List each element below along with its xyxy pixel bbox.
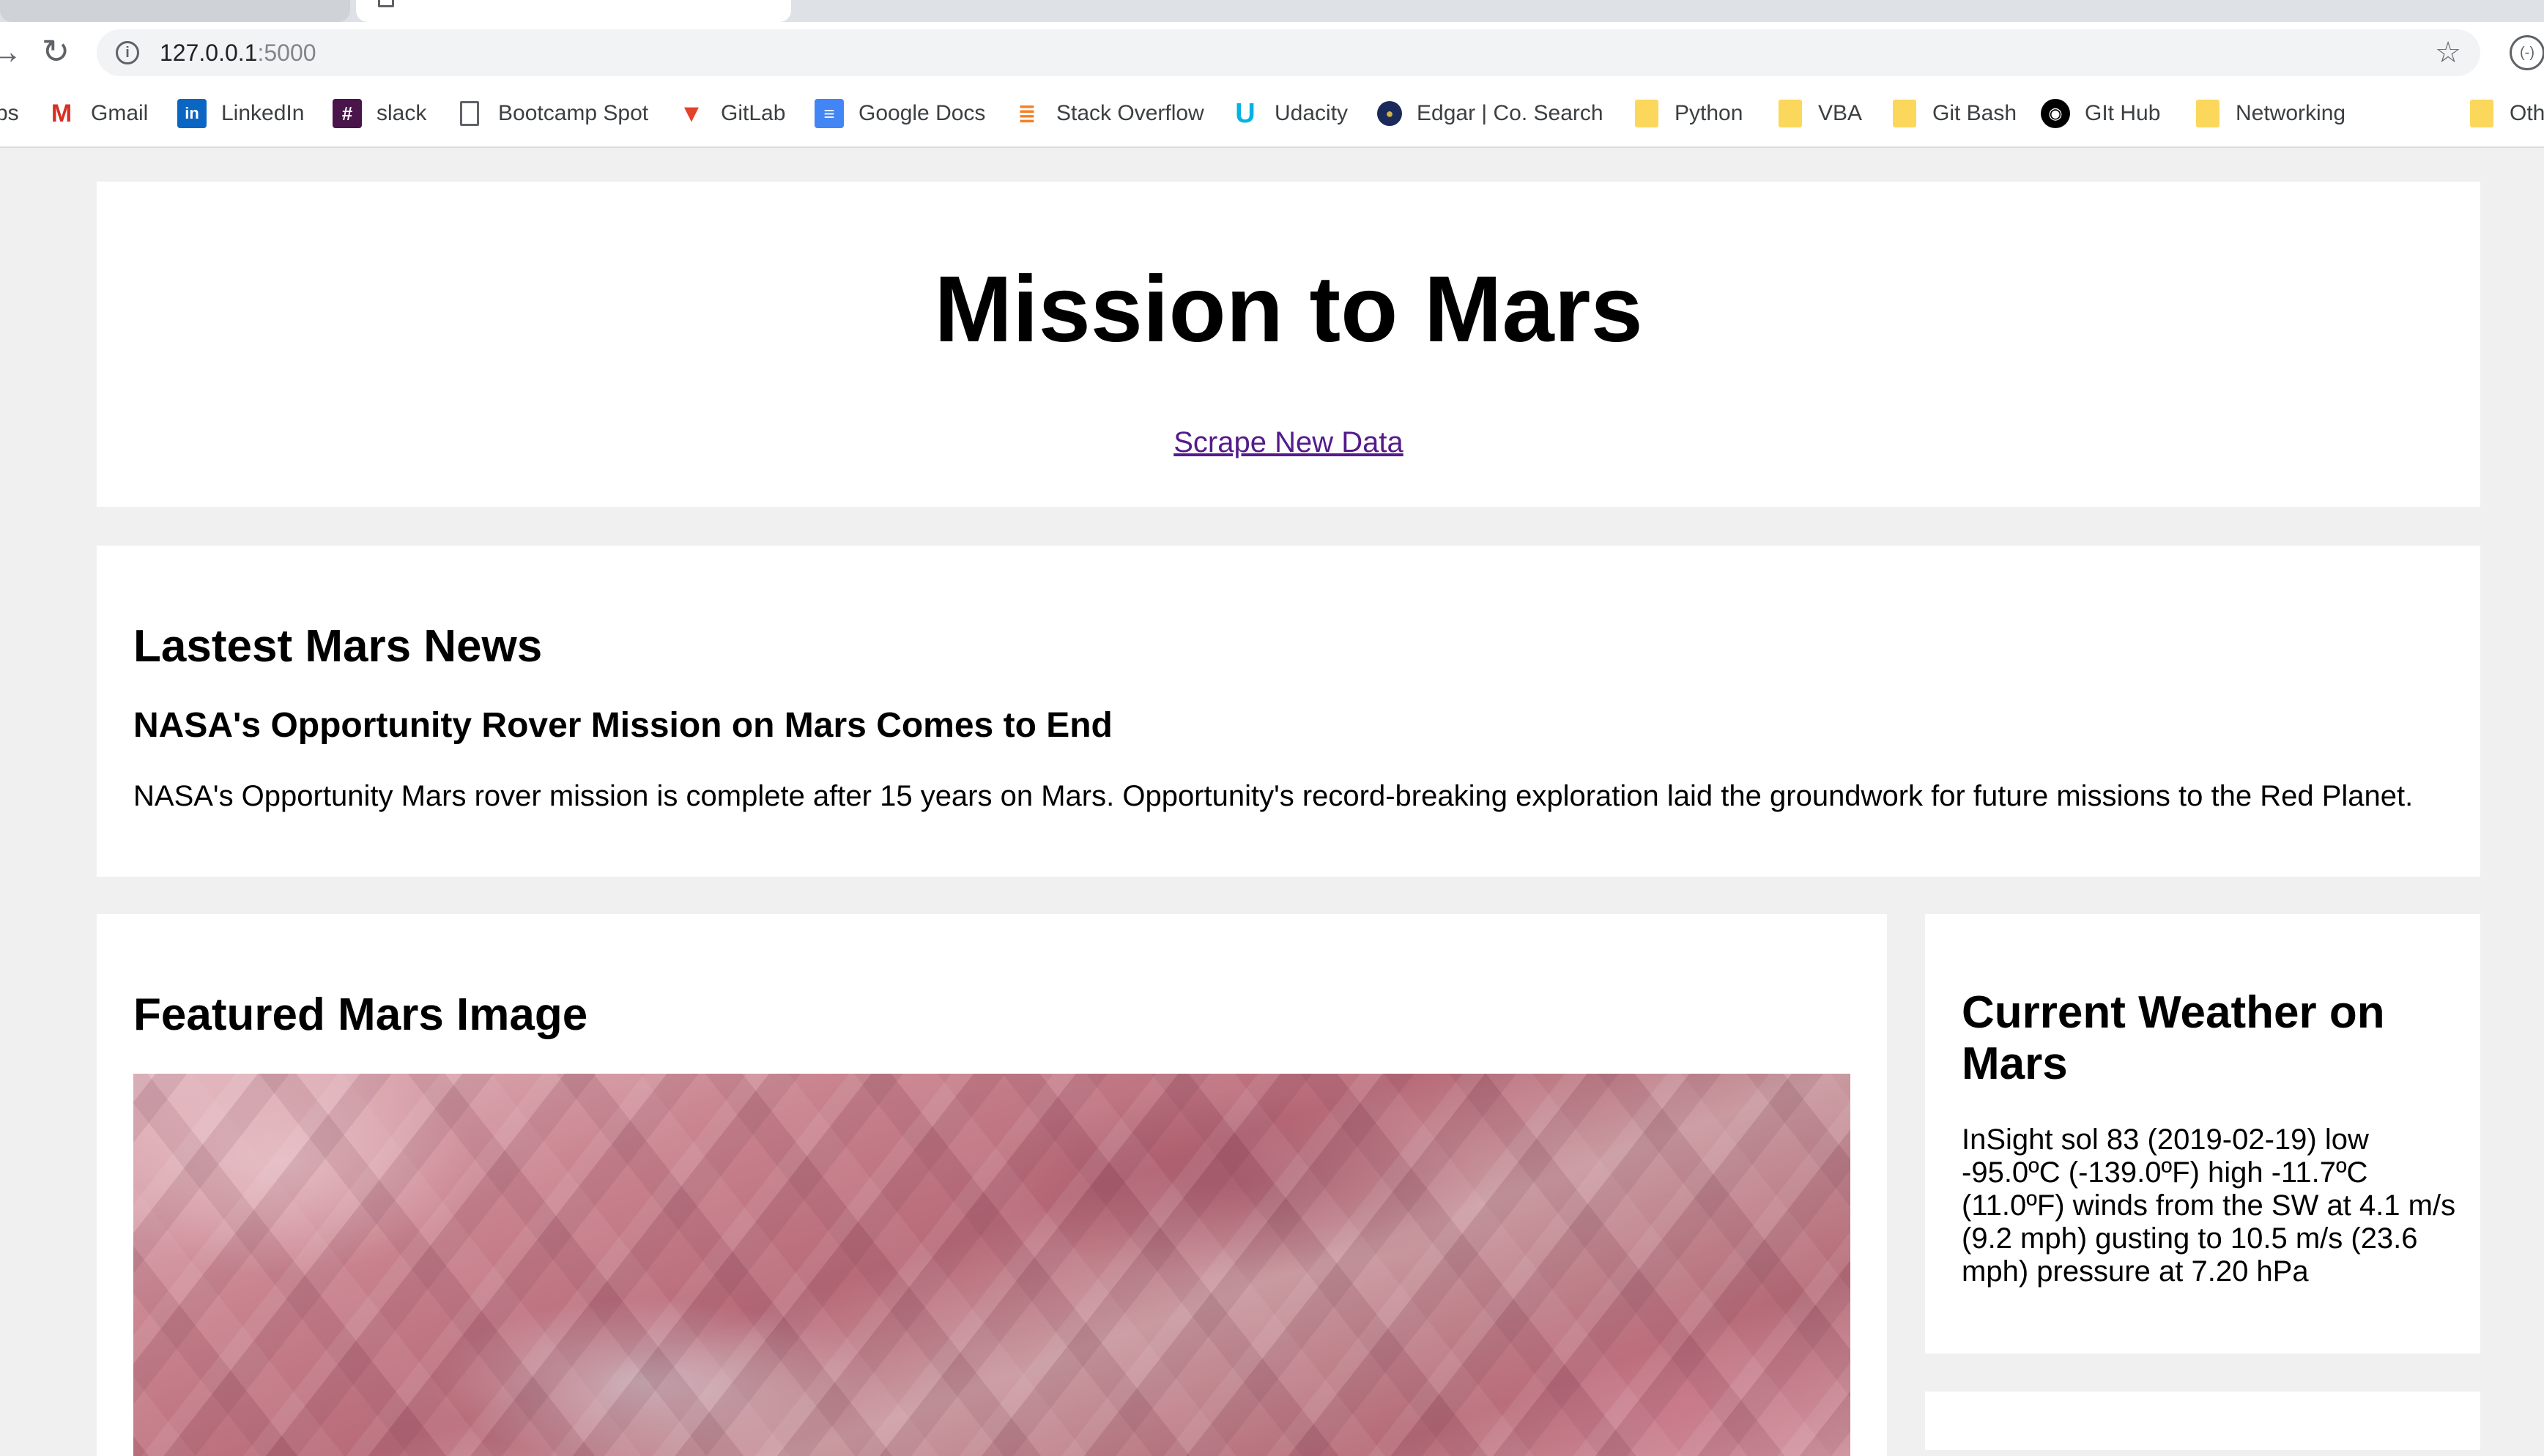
linkedin-icon: in — [177, 99, 207, 128]
weather-panel: Current Weather on Mars InSight sol 83 (… — [1925, 914, 2480, 1353]
bookmark-gitlab[interactable]: ▼ GitLab — [677, 81, 785, 146]
featured-mars-image — [133, 1074, 1850, 1456]
bookmark-label: Oth — [2510, 101, 2544, 125]
bookmark-folder-git-bash[interactable]: Git Bash — [1890, 81, 2017, 146]
stackoverflow-icon: ≣ — [1017, 101, 1036, 126]
folder-icon — [1635, 100, 1658, 127]
udacity-icon: U — [1235, 97, 1256, 129]
scrape-new-data-link[interactable]: Scrape New Data — [97, 425, 2480, 460]
bookmark-label: Udacity — [1275, 101, 1349, 125]
bookmark-linkedin[interactable]: in LinkedIn — [177, 81, 304, 146]
bookmark-label: GitLab — [721, 101, 786, 125]
jumbotron: Mission to Mars Scrape New Data — [97, 182, 2480, 507]
profile-icon[interactable]: (-) — [2510, 35, 2544, 70]
bookmark-label: Networking — [2236, 101, 2346, 125]
bookmark-label: Google Docs — [858, 101, 986, 125]
tab-strip — [0, 0, 2544, 22]
browser-tab-active[interactable] — [356, 0, 791, 22]
bookmark-label: Bootcamp Spot — [498, 101, 649, 125]
featured-image-panel: Featured Mars Image — [97, 914, 1887, 1456]
gitlab-icon: ▼ — [679, 99, 704, 127]
folder-icon — [2196, 100, 2219, 127]
bookmark-edgar[interactable]: ● Edgar | Co. Search — [1377, 81, 1603, 146]
page-title: Mission to Mars — [934, 257, 1643, 362]
news-paragraph: NASA's Opportunity Mars rover mission is… — [133, 780, 2414, 812]
page-icon — [460, 101, 479, 126]
bookmark-star-icon[interactable]: ☆ — [2435, 29, 2461, 76]
facts-panel — [1925, 1392, 2480, 1450]
bookmarks-bar: ps M Gmail in LinkedIn # slack Bootcamp … — [0, 81, 2544, 148]
url-text[interactable]: 127.0.0.1:5000 — [160, 29, 316, 76]
address-bar[interactable]: i 127.0.0.1:5000 ☆ — [97, 29, 2480, 76]
github-icon: ◉ — [2041, 99, 2070, 128]
info-icon[interactable]: i — [116, 41, 139, 64]
bookmark-stack-overflow[interactable]: ≣ Stack Overflow — [1012, 81, 1204, 146]
bookmark-label: Git Bash — [1932, 101, 2017, 125]
bookmark-slack[interactable]: # slack — [333, 81, 426, 146]
mars-news-panel: Lastest Mars News NASA's Opportunity Rov… — [97, 546, 2480, 877]
bookmark-folder-python[interactable]: Python — [1632, 81, 1743, 146]
bookmark-google-docs[interactable]: ≡ Google Docs — [815, 81, 985, 146]
bookmark-label: Gmail — [91, 101, 149, 125]
bookmark-bootcamp-spot[interactable]: Bootcamp Spot — [456, 81, 648, 146]
browser-tab-3[interactable] — [793, 0, 2544, 22]
bookmark-folder-networking[interactable]: Networking — [2193, 81, 2345, 146]
bookmark-label: GIt Hub — [2085, 101, 2161, 125]
folder-icon — [1893, 100, 1916, 127]
bookmark-label: ps — [0, 101, 19, 125]
gmail-icon: M — [51, 99, 73, 127]
bookmark-label: LinkedIn — [221, 101, 305, 125]
sec-seal-icon: ● — [1377, 101, 1402, 126]
featured-heading: Featured Mars Image — [133, 989, 588, 1040]
bookmark-apps[interactable]: ps — [0, 81, 19, 146]
bookmark-label: slack — [377, 101, 427, 125]
bookmark-label: Edgar | Co. Search — [1417, 101, 1603, 125]
bookmark-folder-vba[interactable]: VBA — [1776, 81, 1862, 146]
bookmark-label: VBA — [1818, 101, 1863, 125]
docs-icon: ≡ — [815, 99, 844, 128]
url-host: 127.0.0.1 — [160, 40, 258, 66]
browser-toolbar: → ↻ i 127.0.0.1:5000 ☆ (-) — [0, 22, 2544, 81]
bookmark-github[interactable]: ◉ GIt Hub — [2041, 81, 2160, 146]
reload-icon[interactable]: ↻ — [34, 22, 78, 81]
news-heading: Lastest Mars News — [133, 621, 543, 672]
bookmark-label: Python — [1675, 101, 1743, 125]
bookmark-gmail[interactable]: M Gmail — [47, 81, 149, 146]
weather-report: InSight sol 83 (2019-02-19) low -95.0ºC … — [1962, 1123, 2456, 1288]
weather-heading: Current Weather on Mars — [1962, 987, 2385, 1089]
browser-tab-1[interactable] — [0, 0, 350, 22]
page-icon — [378, 0, 394, 7]
folder-icon — [1779, 100, 1802, 127]
slack-icon: # — [333, 99, 362, 128]
folder-icon — [2470, 100, 2493, 127]
bookmark-udacity[interactable]: U Udacity — [1231, 81, 1348, 146]
bookmark-label: Stack Overflow — [1056, 101, 1204, 125]
bookmark-folder-other[interactable]: Oth — [2454, 81, 2544, 146]
url-port: :5000 — [257, 40, 316, 66]
back-arrow-icon[interactable]: → — [0, 22, 28, 81]
news-title: NASA's Opportunity Rover Mission on Mars… — [133, 706, 1113, 745]
